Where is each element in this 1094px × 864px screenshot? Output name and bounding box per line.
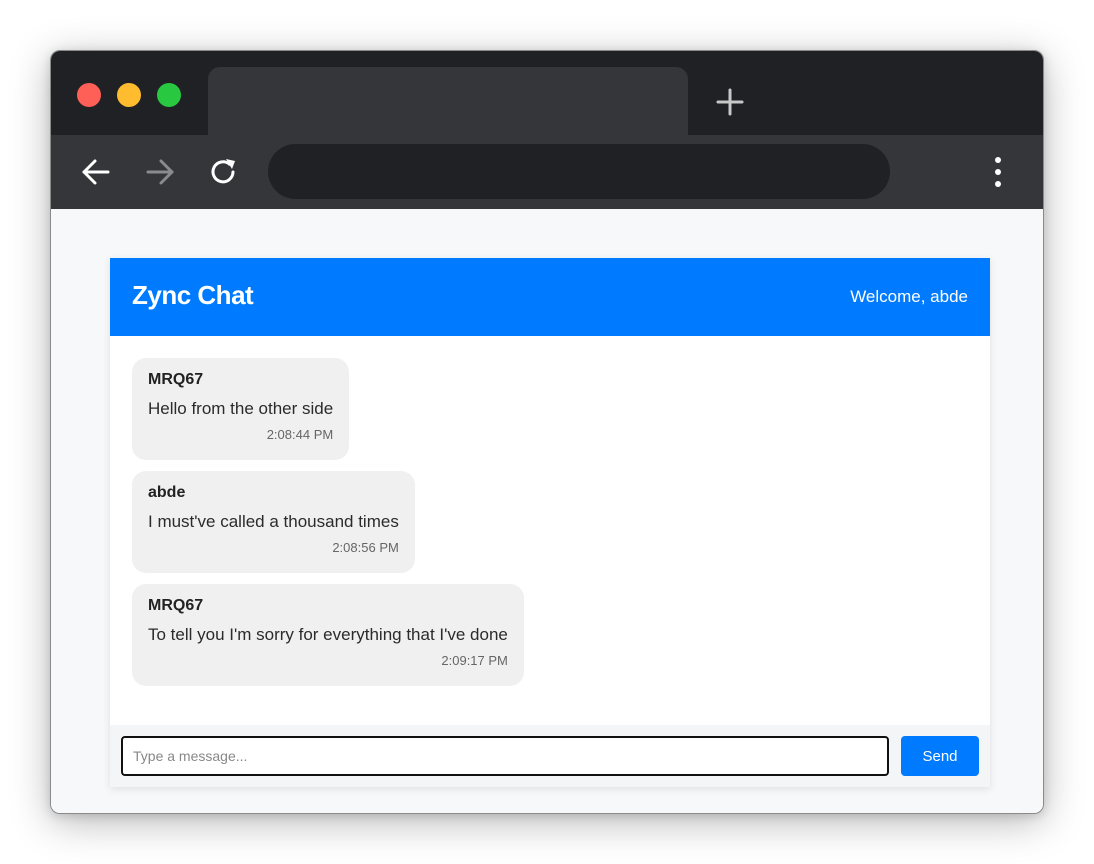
maximize-window-button[interactable] [157,83,181,107]
message-username: abde [148,484,186,501]
address-bar[interactable] [268,144,890,199]
message-text: To tell you I'm sorry for everything tha… [148,625,508,644]
new-tab-button[interactable] [715,87,745,117]
send-button[interactable]: Send [901,736,979,776]
message-text: Hello from the other side [148,399,334,418]
chat-app: Zync Chat Welcome, abde MRQ67 Hello from… [110,258,990,787]
message-username: MRQ67 [148,597,204,614]
back-button[interactable] [79,155,113,189]
kebab-menu-icon [995,157,1001,187]
message-bubble: MRQ67 To tell you I'm sorry for everythi… [132,584,524,686]
message-timestamp: 2:08:56 PM [332,540,399,555]
message-bubble: abde I must've called a thousand times 2… [132,471,415,573]
arrow-right-icon [146,159,174,185]
browser-titlebar [51,51,1043,137]
message-timestamp: 2:09:17 PM [441,653,508,668]
browser-tab[interactable] [208,67,688,137]
close-window-button[interactable] [77,83,101,107]
reload-button[interactable] [207,155,241,189]
page-viewport: Zync Chat Welcome, abde MRQ67 Hello from… [51,209,1043,813]
message-input[interactable] [121,736,889,776]
welcome-message: Welcome, abde [850,287,968,306]
message-composer: Send [110,725,990,787]
chat-header: Zync Chat Welcome, abde [110,258,990,336]
message-username: MRQ67 [148,371,204,388]
reload-icon [211,159,235,184]
arrow-left-icon [82,159,110,185]
message-text: I must've called a thousand times [148,512,399,531]
plus-icon [716,88,744,116]
message-timestamp: 2:08:44 PM [266,427,334,442]
chat-title: Zync Chat [132,280,254,310]
forward-button[interactable] [143,155,177,189]
browser-toolbar [51,135,1043,209]
message-bubble: MRQ67 Hello from the other side 2:08:44 … [132,358,350,460]
message-list: MRQ67 Hello from the other side 2:08:44 … [110,336,990,725]
browser-window: Zync Chat Welcome, abde MRQ67 Hello from… [50,50,1044,814]
browser-menu-button[interactable] [983,155,1013,189]
minimize-window-button[interactable] [117,83,141,107]
